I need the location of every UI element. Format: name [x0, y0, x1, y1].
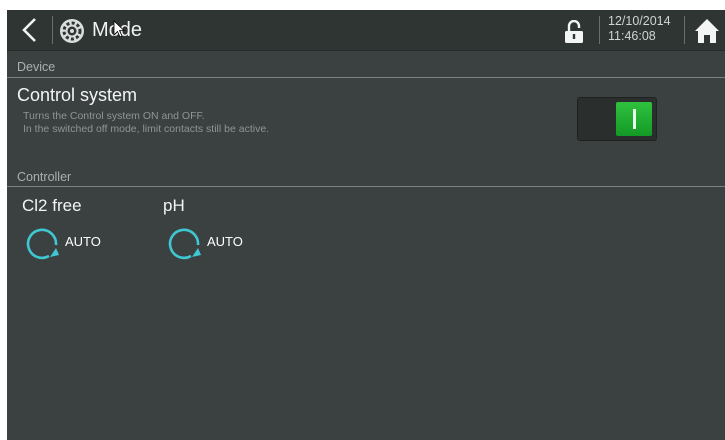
time-text: 11:46:08	[608, 29, 656, 43]
cl2-mode-button[interactable]: AUTO	[26, 226, 116, 260]
toggle-on-knob	[616, 102, 652, 136]
auto-cycle-icon	[168, 228, 201, 260]
separator	[684, 16, 685, 44]
mode-label: AUTO	[65, 234, 101, 249]
back-arrow-icon[interactable]	[17, 16, 45, 44]
description-line: In the switched off mode, limit contacts…	[23, 123, 270, 135]
device-section-label: Device	[17, 60, 56, 74]
ph-mode-button[interactable]: AUTO	[168, 226, 258, 260]
mouse-cursor-icon	[113, 20, 125, 38]
controller-section-label: Controller	[17, 170, 72, 184]
control-system-toggle[interactable]	[577, 97, 657, 141]
controller-name-cl2: Cl2 free	[22, 196, 82, 215]
separator	[52, 16, 53, 44]
control-system-description: Turns the Control system ON and OFF. In …	[23, 110, 269, 136]
divider	[7, 77, 725, 78]
toggle-on-indicator	[633, 109, 636, 129]
description-line: Turns the Control system ON and OFF.	[23, 110, 205, 122]
gear-icon	[60, 19, 84, 43]
top-bar: Mode 12/10/2014 11:46:08	[7, 10, 725, 51]
date-time: 12/10/2014 11:46:08	[608, 14, 671, 44]
unlock-icon[interactable]	[564, 20, 584, 44]
separator	[599, 16, 600, 44]
mode-screen: Mode 12/10/2014 11:46:08 Device Control …	[7, 10, 725, 440]
date-text: 12/10/2014	[608, 14, 671, 28]
controller-name-ph: pH	[163, 196, 185, 215]
mode-label: AUTO	[207, 234, 243, 249]
divider	[7, 186, 725, 187]
home-icon[interactable]	[694, 18, 720, 44]
control-system-title: Control system	[17, 85, 138, 105]
auto-cycle-icon	[26, 228, 59, 260]
